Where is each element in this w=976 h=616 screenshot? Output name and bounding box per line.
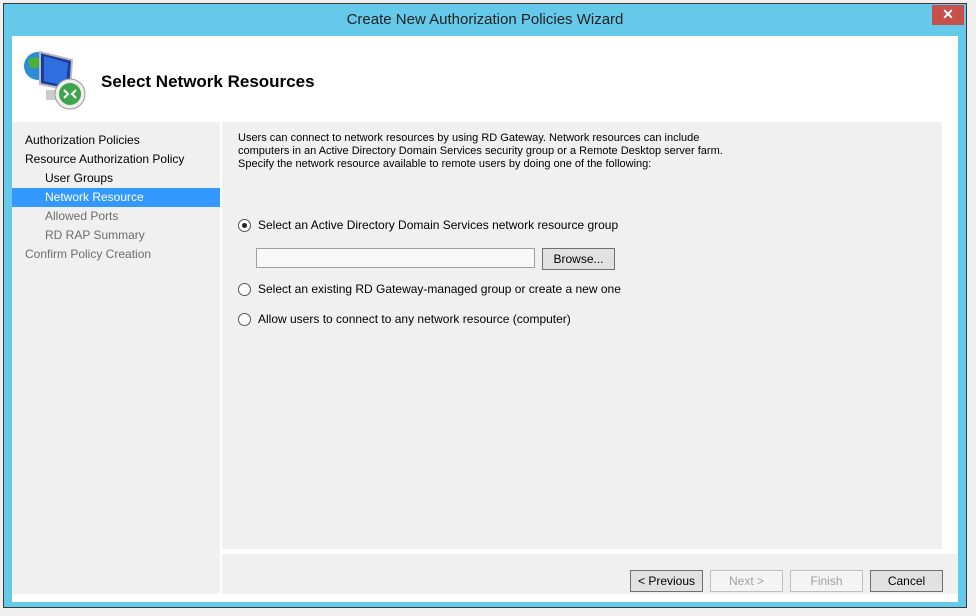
- description-line: Specify the network resource available t…: [238, 158, 652, 170]
- wizard-window: Create New Authorization Policies Wizard…: [3, 3, 967, 608]
- client-area: Select Network Resources Authorization P…: [12, 36, 958, 602]
- option-label: Select an Active Directory Domain Servic…: [258, 218, 619, 232]
- nav-allowed-ports: Allowed Ports: [45, 209, 119, 223]
- radio-button[interactable]: [238, 312, 251, 326]
- page-title: Select Network Resources: [101, 72, 315, 91]
- finish-button: Finish: [790, 570, 863, 592]
- option-rd-gateway-group[interactable]: Select an existing RD Gateway-managed gr…: [238, 282, 621, 296]
- option-any-resource[interactable]: Allow users to connect to any network re…: [238, 312, 571, 326]
- close-button[interactable]: ✕: [932, 5, 964, 25]
- cancel-button[interactable]: Cancel: [870, 570, 943, 592]
- radio-button[interactable]: [238, 282, 251, 296]
- option-ad-ds-group[interactable]: Select an Active Directory Domain Servic…: [238, 218, 618, 232]
- nav-network-resource[interactable]: Network Resource: [12, 188, 220, 207]
- radio-button[interactable]: [238, 218, 251, 232]
- previous-button[interactable]: < Previous: [630, 570, 703, 592]
- browse-button[interactable]: Browse...: [542, 248, 615, 270]
- window-title: Create New Authorization Policies Wizard: [346, 11, 624, 28]
- next-button: Next >: [710, 570, 783, 592]
- group-name-input[interactable]: [256, 248, 535, 268]
- nav-confirm-policy-creation: Confirm Policy Creation: [25, 247, 152, 261]
- nav-user-groups[interactable]: User Groups: [12, 169, 220, 188]
- rd-gateway-icon: [24, 50, 86, 110]
- option-label: Allow users to connect to any network re…: [258, 312, 571, 326]
- option-label: Select an existing RD Gateway-managed gr…: [258, 282, 621, 296]
- header: Select Network Resources: [12, 36, 958, 122]
- nav-rd-rap-summary: RD RAP Summary: [45, 228, 145, 242]
- description-line: Users can connect to network resources b…: [238, 132, 700, 144]
- description-line: computers in an Active Directory Domain …: [238, 145, 723, 157]
- nav-resource-authorization-policy: Resource Authorization Policy: [25, 152, 185, 166]
- nav-authorization-policies: Authorization Policies: [25, 133, 140, 147]
- button-bar: < Previous Next > Finish Cancel: [222, 554, 958, 594]
- description: Users can connect to network resources b…: [238, 132, 738, 171]
- wizard-steps-nav: Authorization Policies Resource Authoriz…: [12, 122, 220, 594]
- main-panel: Users can connect to network resources b…: [222, 122, 942, 549]
